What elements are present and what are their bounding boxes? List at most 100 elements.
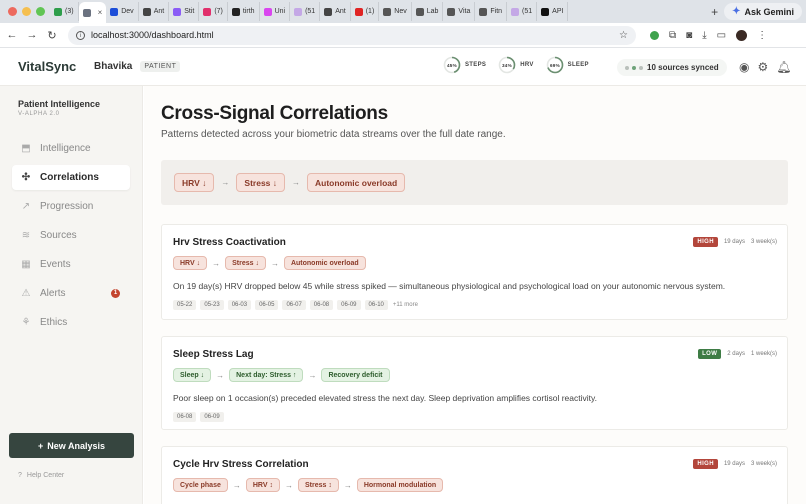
date-tag[interactable]: 06-08 bbox=[309, 300, 334, 310]
sidebar-item-label: Events bbox=[40, 259, 71, 270]
sidebar-item-alerts[interactable]: ⚠ Alerts 1 bbox=[12, 281, 130, 306]
signal-chip[interactable]: HRV ↓ bbox=[174, 173, 215, 192]
page-title: Cross-Signal Correlations bbox=[161, 103, 388, 124]
correlation-card[interactable]: Sleep Stress Lag LOW 2 days 1 week(s) Sleep … bbox=[161, 336, 788, 430]
date-tag[interactable]: 06-07 bbox=[282, 300, 306, 310]
tab-favicon-icon bbox=[231, 7, 240, 16]
close-window-button[interactable] bbox=[8, 7, 17, 16]
signal-chip[interactable]: Recovery deficit bbox=[321, 368, 390, 382]
download-icon[interactable]: ⤓ bbox=[702, 30, 706, 41]
brand-logo[interactable]: VitalSync bbox=[18, 59, 94, 74]
browser-tab[interactable]: (3) bbox=[50, 2, 79, 21]
sidebar-item-progression[interactable]: ↗ Progression bbox=[12, 194, 130, 219]
tab-title: Fitn bbox=[490, 8, 503, 15]
card-title: Sleep Stress Lag bbox=[173, 349, 254, 360]
signal-chip[interactable]: Stress ↓ bbox=[225, 256, 266, 270]
browser-tab[interactable]: Dev bbox=[106, 2, 139, 21]
new-tab-button[interactable]: + bbox=[705, 5, 724, 19]
forward-icon[interactable]: → bbox=[22, 29, 42, 41]
more-dates-link[interactable]: +11 more bbox=[393, 302, 418, 308]
signal-chip[interactable]: Next day: Stress ↑ bbox=[229, 368, 304, 382]
metric-rings: 45% STEPS 34% HRV 69% SLEEP bbox=[443, 56, 589, 74]
ask-gemini-button[interactable]: ✦ Ask Gemini bbox=[724, 3, 802, 20]
cast-icon[interactable]: ▭ bbox=[717, 30, 726, 41]
browser-tab[interactable]: Stit bbox=[169, 2, 200, 21]
tab-favicon-icon bbox=[415, 7, 424, 16]
browser-tab[interactable]: Lab bbox=[412, 2, 444, 21]
browser-tab[interactable]: (7) bbox=[199, 2, 228, 21]
signal-chip[interactable]: Autonomic overload bbox=[283, 256, 366, 270]
browser-tab[interactable]: (51 bbox=[507, 2, 538, 21]
signal-chip[interactable]: HRV ↓ bbox=[173, 256, 208, 270]
address-url[interactable]: localhost:3000/dashboard.html bbox=[91, 30, 619, 40]
browser-tab[interactable]: (51 bbox=[290, 2, 321, 21]
sidebar-title: Patient Intelligence bbox=[18, 99, 101, 109]
minimize-window-button[interactable] bbox=[22, 7, 31, 16]
browser-tab[interactable]: Nev bbox=[379, 2, 412, 21]
extensions-puzzle-icon[interactable]: ⧉ bbox=[669, 30, 676, 41]
browser-tab[interactable]: Ant bbox=[139, 2, 170, 21]
browser-tab[interactable]: Fitn bbox=[475, 2, 508, 21]
browser-tab[interactable]: Ant bbox=[320, 2, 351, 21]
sync-dot bbox=[625, 65, 629, 70]
date-tag[interactable]: 06-05 bbox=[255, 300, 279, 310]
signal-chip[interactable]: Sleep ↓ bbox=[173, 368, 212, 382]
sidebar-item-ethics[interactable]: ⚘ Ethics bbox=[12, 310, 130, 335]
metric-ring-hrv[interactable]: 34% HRV bbox=[498, 56, 533, 74]
close-tab-icon[interactable]: × bbox=[98, 8, 103, 17]
address-bar[interactable]: i localhost:3000/dashboard.html ☆ bbox=[68, 25, 636, 45]
browser-tab[interactable]: API bbox=[537, 2, 569, 21]
signal-chip[interactable]: Stress ↓ bbox=[236, 173, 286, 192]
gemini-icon: ✦ bbox=[732, 6, 741, 17]
sidebar-item-events[interactable]: ▦ Events bbox=[12, 252, 130, 277]
sidebar-item-correlations[interactable]: ✣ Correlations bbox=[12, 165, 130, 190]
reload-icon[interactable]: ↻ bbox=[42, 29, 62, 42]
maximize-window-button[interactable] bbox=[36, 7, 45, 16]
extension-green-icon[interactable] bbox=[650, 30, 659, 40]
browser-tab[interactable]: × bbox=[78, 2, 107, 23]
metric-ring-steps[interactable]: 45% STEPS bbox=[443, 56, 486, 74]
date-tag[interactable]: 05-22 bbox=[173, 300, 197, 310]
browser-tab[interactable]: Vita bbox=[443, 2, 476, 21]
back-icon[interactable]: ← bbox=[2, 29, 22, 41]
correlation-card[interactable]: Hrv Stress Coactivation HIGH 19 days 3 week… bbox=[161, 224, 788, 320]
account-icon[interactable]: ◉ bbox=[739, 60, 749, 74]
browser-tab[interactable]: (1) bbox=[351, 2, 380, 21]
date-tag[interactable]: 06-08 bbox=[173, 412, 197, 422]
tab-favicon-icon bbox=[173, 7, 182, 16]
site-info-icon[interactable]: i bbox=[76, 30, 85, 40]
date-tag[interactable]: 06-03 bbox=[227, 300, 252, 310]
correlation-card[interactable]: Cycle Hrv Stress Correlation HIGH 19 days 3… bbox=[161, 446, 788, 504]
signal-chip[interactable]: Cycle phase bbox=[173, 478, 228, 492]
signal-chip[interactable]: Stress ↕ bbox=[297, 478, 339, 492]
sources-icon: ≋ bbox=[21, 230, 31, 241]
new-analysis-button[interactable]: + New Analysis bbox=[9, 433, 134, 458]
extension-camera-icon[interactable]: ◙ bbox=[686, 30, 692, 41]
settings-gear-icon[interactable]: ⚙ bbox=[757, 60, 768, 74]
date-tag[interactable]: 06-09 bbox=[337, 300, 361, 310]
browser-tab[interactable]: tirth bbox=[228, 2, 260, 21]
signal-chip[interactable]: Hormonal modulation bbox=[356, 478, 444, 492]
signal-chain: Cycle phase → HRV ↕ → Stress ↕ → Hormonal modu… bbox=[173, 478, 444, 492]
bookmark-star-icon[interactable]: ☆ bbox=[619, 30, 628, 41]
signal-chip[interactable]: Autonomic overload bbox=[307, 173, 406, 192]
browser-menu-icon[interactable]: ⋮ bbox=[757, 30, 767, 41]
metric-ring-sleep[interactable]: 69% SLEEP bbox=[546, 56, 589, 74]
sync-status[interactable]: 10 sources synced bbox=[617, 59, 727, 76]
tab-title: Dev bbox=[121, 8, 134, 15]
sidebar-item-intelligence[interactable]: ⬒ Intelligence bbox=[12, 136, 130, 161]
sidebar-item-label: Ethics bbox=[40, 317, 68, 328]
date-tag[interactable]: 06-09 bbox=[200, 412, 224, 422]
sidebar-item-sources[interactable]: ≋ Sources bbox=[12, 223, 130, 248]
date-tag[interactable]: 05-23 bbox=[200, 300, 224, 310]
tab-title: Ant bbox=[335, 8, 346, 15]
card-title: Cycle Hrv Stress Correlation bbox=[173, 459, 309, 470]
signal-chip[interactable]: HRV ↕ bbox=[245, 478, 280, 492]
notification-bell-icon[interactable]: 🔔︎ bbox=[776, 60, 791, 74]
ask-gemini-label: Ask Gemini bbox=[744, 6, 794, 17]
date-tag[interactable]: 06-10 bbox=[364, 300, 388, 310]
browser-tab[interactable]: Uni bbox=[260, 2, 291, 21]
help-center-link[interactable]: ? Help Center bbox=[18, 472, 64, 479]
profile-avatar[interactable] bbox=[736, 29, 748, 41]
chain-arrow-icon: → bbox=[343, 480, 352, 490]
